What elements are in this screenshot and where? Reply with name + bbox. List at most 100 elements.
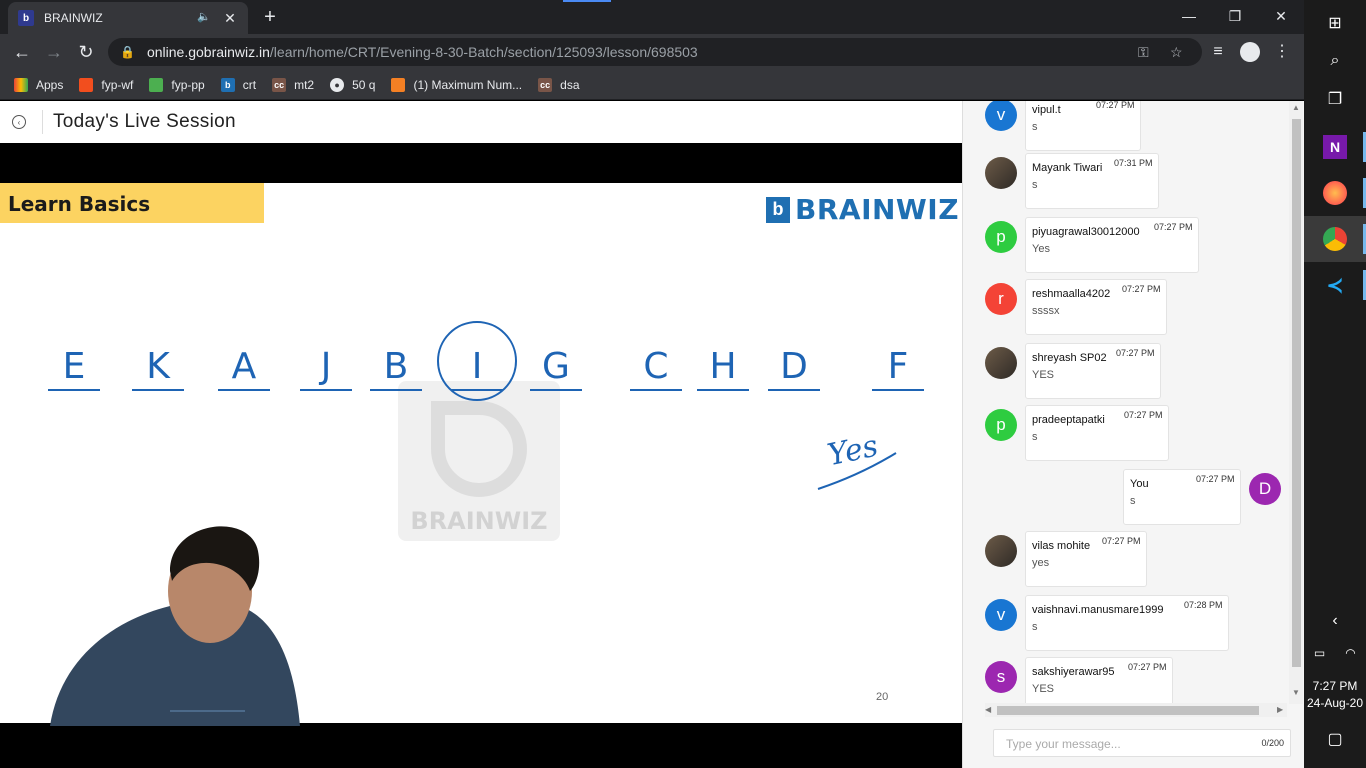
url-path: /learn/home/CRT/Evening-8-30-Batch/secti… [269,44,698,60]
scroll-left-icon[interactable]: ◀ [985,705,991,714]
forward-arrow-icon[interactable]: → [42,40,66,64]
tray-icons[interactable]: ▭ ◠ [1304,638,1366,668]
user-photo-avatar [985,157,1017,189]
slide-letter: C [643,346,668,387]
chat-message: s sakshiyerawar95 07:27 PM YES [963,657,1291,704]
message-text: YES [1032,683,1055,695]
message-bubble: pradeeptapatki 07:27 PM s [1025,405,1169,461]
codechef-icon: cc [538,77,553,92]
task-view-button[interactable]: ❐ [1304,76,1366,122]
message-text: YES [1032,369,1055,381]
url-host: online.gobrainwiz.in [146,44,270,60]
show-hidden-icons[interactable]: ‹ [1304,606,1366,636]
taskbar-clock[interactable]: 7:27 PM 24-Aug-20 [1304,678,1366,712]
speaker-icon[interactable]: 🔈 [196,10,212,26]
star-icon[interactable]: ☆ [1170,44,1183,61]
message-bubble: piyuagrawal30012000 07:27 PM Yes [1025,217,1199,273]
message-time: 07:28 PM [1184,600,1223,610]
firefox-app[interactable] [1304,170,1366,216]
slide-letter: E [63,346,86,387]
live-video[interactable]: Learn Basics b BRAINWIZ BRAINWIZ EKAJBIG… [0,143,962,768]
close-window-button[interactable]: ✕ [1258,2,1304,30]
scroll-right-icon[interactable]: ▶ [1277,705,1283,714]
vscode-app[interactable]: ≺ [1304,262,1366,308]
bookmark-maximum-num[interactable]: (1) Maximum Num... [391,77,523,92]
user-avatar: p [985,221,1017,253]
scrollbar-thumb[interactable] [1292,119,1301,667]
globe-icon: ● [330,77,345,92]
message-bubble: vilas mohite 07:27 PM yes [1025,531,1147,587]
user-photo-avatar [985,347,1017,379]
user-avatar: r [985,283,1017,315]
scrollbar-thumb[interactable] [997,706,1259,715]
chat-vertical-scrollbar[interactable]: ▲ ▼ [1289,101,1303,704]
chat-message-list[interactable]: v vipul.t 07:27 PM s Mayank Tiwari 07:31 PM s p… [963,101,1291,704]
new-tab-button[interactable]: + [258,6,282,28]
bookmark-apps[interactable]: Apps [14,77,63,92]
bookmarks-bar: Apps fyp-wf fyp-pp b crt cc mt2 ● 50 q (1) … [0,70,1304,100]
bookmark-label: mt2 [294,77,315,92]
bookmark-label: (1) Maximum Num... [413,77,523,92]
battery-icon: ▭ [1313,646,1326,660]
chevron-left-icon: ‹ [1332,612,1338,629]
message-bubble: sakshiyerawar95 07:27 PM YES [1025,657,1173,704]
browser-toolbar: ← → ↻ 🔒 online.gobrainwiz.in/learn/home/… [0,34,1304,70]
bookmark-dsa[interactable]: cc dsa [538,77,580,92]
profile-avatar-icon[interactable] [1240,42,1260,62]
firefox-icon [1323,181,1347,205]
back-arrow-icon[interactable]: ← [10,40,34,64]
message-time: 07:27 PM [1102,536,1141,546]
vscode-icon: ≺ [1326,274,1344,297]
chat-message: r reshmaalla4202 07:27 PM ssssx [963,279,1291,343]
close-tab-icon[interactable]: ✕ [222,10,238,26]
message-bubble: You 07:27 PM s [1123,469,1241,525]
chrome-app[interactable] [1304,216,1366,262]
windows-taskbar: ⊞ ⌕ ❐ N ≺ ‹ ▭ ◠ 7:27 PM 24-Aug-20 ▢ [1304,0,1366,768]
bookmark-crt[interactable]: b crt [220,77,257,92]
bookmark-mt2[interactable]: cc mt2 [272,77,315,92]
message-text: s [1032,179,1038,191]
message-input[interactable] [1006,736,1246,752]
address-bar[interactable]: 🔒 online.gobrainwiz.in/learn/home/CRT/Ev… [108,38,1202,66]
user-avatar: s [985,661,1017,693]
bookmark-fyp-wf[interactable]: fyp-wf [79,77,133,92]
message-time: 07:27 PM [1122,284,1161,294]
message-time: 07:27 PM [1124,410,1163,420]
message-text: ssssx [1032,305,1060,317]
more-menu-icon[interactable]: ⋮ [1270,40,1294,64]
bookmark-label: crt [242,77,257,92]
chat-message: v vipul.t 07:27 PM s [963,101,1291,159]
chat-message: p piyuagrawal30012000 07:27 PM Yes [963,217,1291,281]
action-center-button[interactable]: ▢ [1304,716,1366,762]
scroll-down-icon[interactable]: ▼ [1292,688,1300,697]
notification-icon: ▢ [1327,731,1343,748]
back-circle-icon[interactable]: ‹ [12,115,26,129]
onenote-app[interactable]: N [1304,124,1366,170]
message-bubble: Mayank Tiwari 07:31 PM s [1025,153,1159,209]
windows-logo-icon: ⊞ [1328,15,1342,32]
slide-letter: G [542,346,570,387]
tab-strip: b BRAINWIZ 🔈 ✕ + — ❐ ✕ [0,0,1304,34]
reload-icon[interactable]: ↻ [74,40,98,64]
slide-letter: F [888,346,909,387]
chrome-icon [1323,227,1347,251]
user-avatar: D [1249,473,1281,505]
scroll-up-icon[interactable]: ▲ [1292,103,1300,112]
bookmark-50q[interactable]: ● 50 q [330,77,376,92]
slide-letter: D [780,346,808,387]
minimize-button[interactable]: — [1166,2,1212,30]
chat-horizontal-scrollbar[interactable]: ◀ ▶ [985,703,1287,717]
char-counter: 0/200 [1261,738,1284,748]
bookmark-label: 50 q [352,77,376,92]
media-queue-icon[interactable]: ≡ [1206,40,1230,64]
key-icon[interactable]: ⚿ [1138,44,1149,61]
restore-button[interactable]: ❐ [1212,2,1258,30]
slide-letter: J [319,346,332,387]
image-icon [149,77,164,92]
user-photo-avatar [985,535,1017,567]
browser-tab[interactable]: b BRAINWIZ 🔈 ✕ [8,2,248,34]
message-time: 07:27 PM [1096,101,1135,110]
user-avatar: v [985,599,1017,631]
wifi-icon: ◠ [1345,646,1356,660]
bookmark-fyp-pp[interactable]: fyp-pp [149,77,205,92]
